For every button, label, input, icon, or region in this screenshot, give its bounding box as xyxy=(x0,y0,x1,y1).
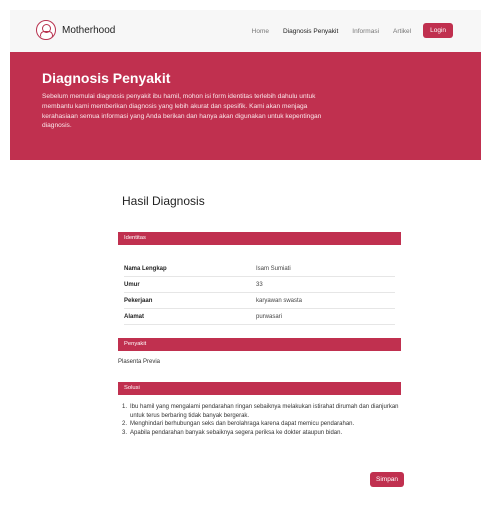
identitas-header: Identitas xyxy=(118,232,401,245)
table-row: Umur 33 xyxy=(124,277,395,293)
identitas-label: Alamat xyxy=(124,313,145,320)
table-row: Pekerjaan karyawan swasta xyxy=(124,293,395,309)
penyakit-header: Penyakit xyxy=(118,338,401,351)
hero-banner: Diagnosis Penyakit Sebelum memulai diagn… xyxy=(10,52,481,160)
brand[interactable]: Motherhood xyxy=(36,20,115,40)
table-row: Nama Lengkap Isam Sumiati xyxy=(124,261,395,277)
identitas-label: Nama Lengkap xyxy=(124,265,167,272)
nav-menu: Home Diagnosis Penyakit Informasi Artike… xyxy=(238,23,453,39)
nav-informasi[interactable]: Informasi xyxy=(352,28,379,35)
identitas-value: karyawan swasta xyxy=(256,297,303,304)
solusi-header: Solusi xyxy=(118,382,401,395)
hero-description: Sebelum memulai diagnosis penyakit ibu h… xyxy=(42,93,322,130)
identitas-table: Nama Lengkap Isam Sumiati Umur 33 Pekerj… xyxy=(124,261,395,325)
list-item-number: 1. xyxy=(121,404,127,410)
list-item-number: 2. xyxy=(121,421,127,428)
identitas-label: Umur xyxy=(124,281,140,288)
save-button[interactable]: Simpan xyxy=(370,472,405,487)
identitas-value: 33 xyxy=(256,281,263,288)
hero-title: Diagnosis Penyakit xyxy=(42,70,171,86)
penyakit-value: Plasenta Previa xyxy=(118,359,161,365)
table-row: Alamat purwasari xyxy=(124,309,395,325)
nav-home[interactable]: Home xyxy=(252,28,269,35)
list-item-text: Menghindari berhubungan seks dan berolah… xyxy=(130,421,355,428)
list-item-text: Ibu hamil yang mengalami pendarahan ring… xyxy=(130,404,399,419)
list-item: 1. Ibu hamil yang mengalami pendarahan r… xyxy=(118,403,403,420)
list-item-text: Apabila pendarahan banyak sebaiknya sege… xyxy=(130,429,343,436)
list-item: 3. Apabila pendarahan banyak sebaiknya s… xyxy=(118,429,403,438)
identitas-label: Pekerjaan xyxy=(124,297,153,304)
page: Motherhood Home Diagnosis Penyakit Infor… xyxy=(10,10,481,504)
list-item: 2. Menghindari berhubungan seks dan bero… xyxy=(118,420,403,429)
page-title: Hasil Diagnosis xyxy=(122,194,205,208)
identitas-value: purwasari xyxy=(256,313,283,320)
list-item-number: 3. xyxy=(121,429,127,436)
nav-artikel[interactable]: Artikel xyxy=(393,28,411,35)
login-button[interactable]: Login xyxy=(423,23,453,38)
navbar: Motherhood Home Diagnosis Penyakit Infor… xyxy=(10,10,481,52)
identitas-value: Isam Sumiati xyxy=(256,265,291,272)
solusi-list: 1. Ibu hamil yang mengalami pendarahan r… xyxy=(118,403,403,437)
nav-diagnosis-penyakit[interactable]: Diagnosis Penyakit xyxy=(283,28,338,35)
motherhood-logo-icon xyxy=(36,20,56,40)
brand-name: Motherhood xyxy=(62,24,116,36)
